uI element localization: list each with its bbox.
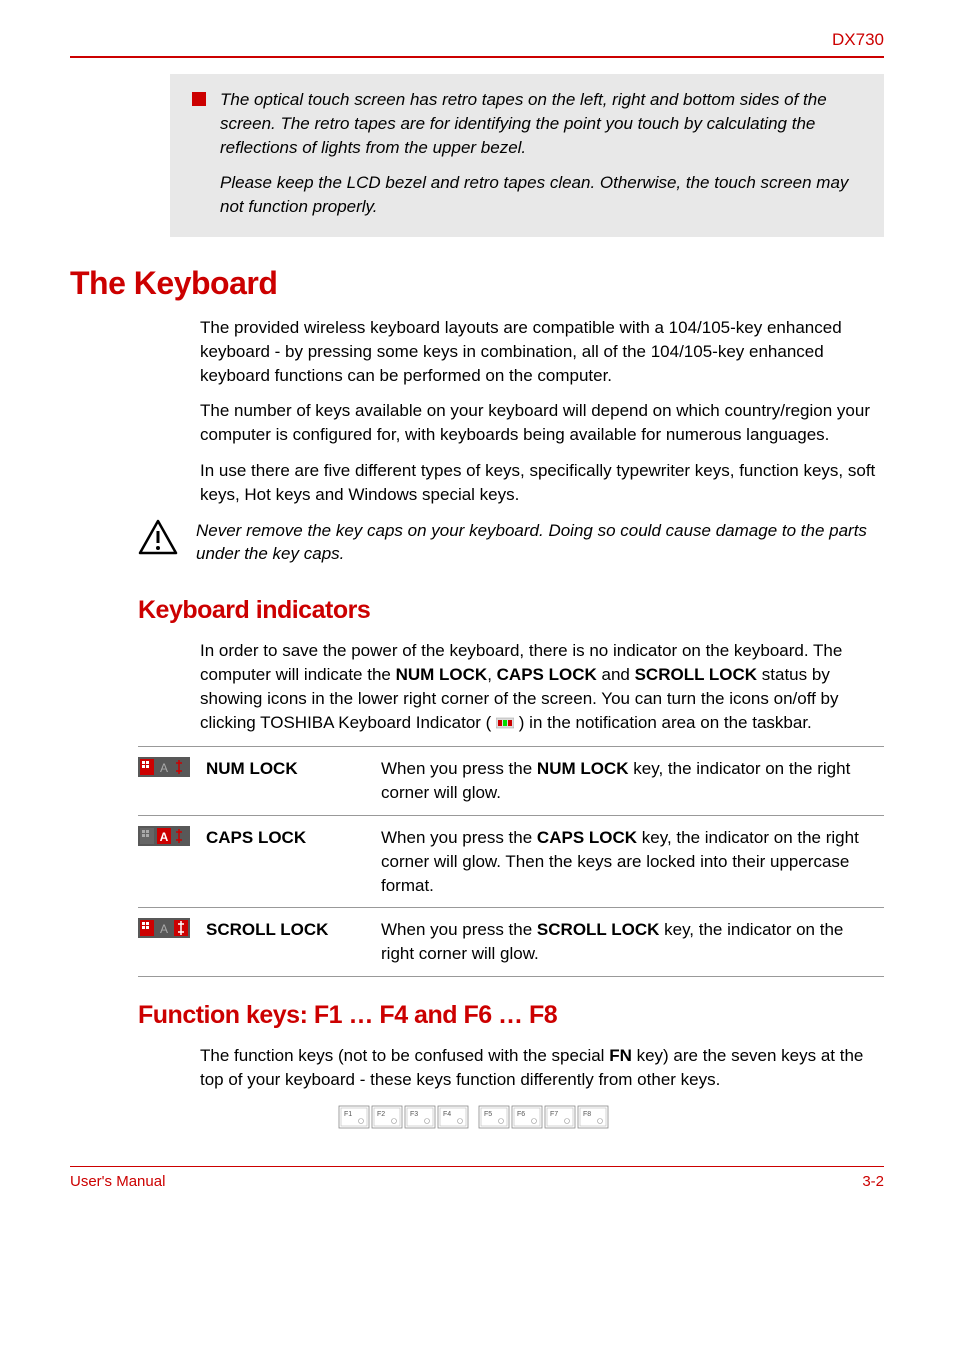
- table-row: A NUM LOCK When you press the NUM LOCK k…: [138, 747, 884, 816]
- svg-text:A: A: [160, 922, 168, 936]
- svg-text:F7: F7: [550, 1111, 558, 1118]
- svg-text:F4: F4: [443, 1111, 451, 1118]
- header-model: DX730: [70, 30, 884, 56]
- indicators-heading: Keyboard indicators: [138, 596, 884, 625]
- caps-lock-label: CAPS LOCK: [198, 815, 373, 907]
- svg-text:A: A: [160, 761, 168, 775]
- svg-text:F1: F1: [344, 1111, 352, 1118]
- note-p1: The optical touch screen has retro tapes…: [220, 88, 862, 159]
- footer-right: 3-2: [862, 1173, 884, 1190]
- keyboard-heading: The Keyboard: [70, 265, 884, 302]
- function-keys-illustration: F1 F2 F3 F4 F5 F6 F7 F8: [337, 1104, 617, 1130]
- svg-text:F2: F2: [377, 1111, 385, 1118]
- keyboard-p3: In use there are five different types of…: [200, 459, 884, 507]
- keyboard-p1: The provided wireless keyboard layouts a…: [200, 316, 884, 387]
- svg-text:F5: F5: [484, 1111, 492, 1118]
- svg-text:A: A: [160, 830, 169, 844]
- indicators-table: A NUM LOCK When you press the NUM LOCK k…: [138, 746, 884, 977]
- num-lock-label: NUM LOCK: [198, 747, 373, 816]
- table-row: A SCROLL LOCK When you press the SCROLL …: [138, 908, 884, 977]
- warning-text: Never remove the key caps on your keyboa…: [196, 519, 884, 567]
- bullet-icon: [192, 92, 206, 106]
- caps-lock-desc: When you press the CAPS LOCK key, the in…: [373, 815, 884, 907]
- footer-left: User's Manual: [70, 1173, 165, 1190]
- num-lock-indicator-icon: A: [138, 757, 190, 777]
- scroll-lock-label: SCROLL LOCK: [198, 908, 373, 977]
- keyboard-indicator-tray-icon: [496, 716, 514, 730]
- scroll-lock-indicator-icon: A: [138, 918, 190, 938]
- footer: User's Manual 3-2: [70, 1166, 884, 1190]
- svg-text:F8: F8: [583, 1111, 591, 1118]
- scroll-lock-desc: When you press the SCROLL LOCK key, the …: [373, 908, 884, 977]
- warning-icon: [138, 519, 178, 555]
- keyboard-p2: The number of keys available on your key…: [200, 399, 884, 447]
- indicators-intro: In order to save the power of the keyboa…: [200, 639, 884, 734]
- svg-text:F6: F6: [517, 1111, 525, 1118]
- note-p2: Please keep the LCD bezel and retro tape…: [220, 171, 862, 219]
- caps-lock-indicator-icon: A: [138, 826, 190, 846]
- warning-row: Never remove the key caps on your keyboa…: [138, 519, 884, 567]
- svg-text:F3: F3: [410, 1111, 418, 1118]
- num-lock-desc: When you press the NUM LOCK key, the ind…: [373, 747, 884, 816]
- table-row: A CAPS LOCK When you press the CAPS LOCK…: [138, 815, 884, 907]
- function-keys-p1: The function keys (not to be confused wi…: [200, 1044, 884, 1092]
- header-divider: [70, 56, 884, 58]
- function-keys-heading: Function keys: F1 … F4 and F6 … F8: [138, 1001, 884, 1030]
- note-box: The optical touch screen has retro tapes…: [170, 74, 884, 237]
